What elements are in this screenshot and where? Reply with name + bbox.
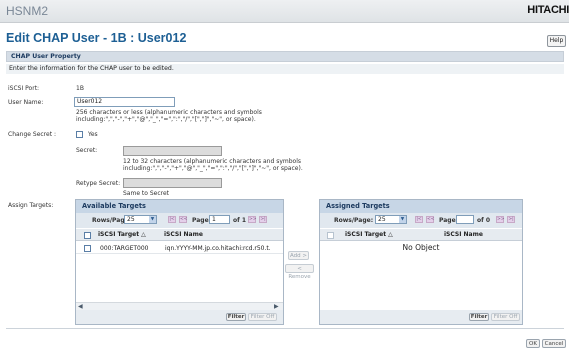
cancel-button[interactable]: Cancel	[542, 339, 566, 348]
assigned-filter-button[interactable]: Filter	[469, 313, 489, 321]
assigned-select-all-checkbox[interactable]	[327, 232, 334, 239]
available-targets-title: Available Targets	[76, 200, 283, 213]
user-name-hint-2: including:",","-","+","@","_","=",":","/…	[76, 116, 256, 123]
retype-secret-input[interactable]	[123, 178, 222, 188]
chevron-down-icon: ▼	[149, 216, 156, 223]
change-secret-checkbox[interactable]	[76, 131, 83, 138]
assigned-rows-label: Rows/Page:	[334, 217, 374, 224]
assigned-col-name[interactable]: iSCSI Name	[444, 231, 483, 238]
available-col-name[interactable]: iSCSI Name	[164, 231, 203, 238]
remove-button[interactable]: < Remove	[285, 264, 314, 280]
available-page-input[interactable]: 1	[209, 215, 230, 224]
scroll-right-icon[interactable]: ▶	[274, 303, 279, 310]
secret-hint-1: 12 to 32 characters (alphanumeric charac…	[123, 158, 301, 165]
assigned-targets-title: Assigned Targets	[320, 200, 522, 213]
available-rows-value: 25	[127, 216, 135, 223]
horizontal-scrollbar[interactable]	[76, 302, 283, 310]
scroll-left-icon[interactable]: ◀	[78, 303, 83, 310]
top-bar	[0, 0, 569, 23]
secret-label: Secret:	[76, 147, 98, 154]
chevron-down-icon: ▼	[399, 216, 406, 223]
retype-secret-label: Retype Secret:	[76, 180, 121, 187]
next-page-icon[interactable]: >>	[248, 216, 257, 223]
row-target: 000:TARGET000	[100, 245, 149, 252]
iscsi-port-value: 1B	[76, 85, 84, 92]
assign-targets-label: Assign Targets:	[8, 202, 54, 209]
user-name-label: User Name:	[8, 99, 44, 106]
add-button[interactable]: Add >	[288, 251, 309, 260]
user-name-input[interactable]: User012	[74, 97, 175, 107]
ok-button[interactable]: OK	[526, 339, 540, 348]
app-name: HSNM2	[6, 4, 49, 18]
available-col-target[interactable]: iSCSI Target △	[98, 231, 146, 238]
secret-input[interactable]	[123, 146, 222, 156]
assigned-empty-message: No Object	[402, 243, 440, 252]
assigned-rows-value: 25	[378, 216, 386, 223]
first-page-icon[interactable]: |<	[168, 216, 176, 223]
page-title: Edit CHAP User - 1B : User012	[6, 31, 187, 45]
help-button[interactable]: Help	[547, 35, 566, 47]
prev-page-icon[interactable]: <<	[426, 216, 435, 223]
section-intro: Enter the information for the CHAP user …	[6, 64, 564, 74]
change-secret-label: Change Secret :	[8, 131, 56, 138]
assigned-col-target[interactable]: iSCSI Target △	[345, 231, 393, 238]
assigned-of-label: of 0	[477, 217, 490, 224]
secret-hint-2: including:",","-","+","@","_","=",":","/…	[123, 165, 303, 172]
available-filter-off-button[interactable]: Filter Off	[248, 313, 277, 321]
assigned-page-label: Page	[439, 217, 456, 224]
available-select-all-checkbox[interactable]	[84, 232, 91, 239]
section-header: CHAP User Property	[6, 51, 564, 62]
assigned-rows-select[interactable]: 25 ▼	[375, 215, 407, 224]
available-rows-select[interactable]: 25 ▼	[124, 215, 157, 224]
next-page-icon[interactable]: >>	[496, 216, 505, 223]
available-of-label: of 1	[233, 217, 246, 224]
available-page-label: Page	[192, 217, 209, 224]
row-iscsi-name: iqn.YYYY-MM.jp.co.hitachi:rcd.r50.t.	[165, 245, 271, 252]
change-secret-option: Yes	[88, 131, 98, 138]
assigned-page-input[interactable]	[456, 215, 474, 224]
assigned-filter-off-button[interactable]: Filter Off	[491, 313, 520, 321]
retype-secret-hint: Same to Secret	[123, 190, 170, 197]
available-filter-button[interactable]: Filter	[226, 313, 246, 321]
prev-page-icon[interactable]: <<	[179, 216, 188, 223]
last-page-icon[interactable]: >|	[507, 216, 515, 223]
row-checkbox[interactable]	[84, 245, 91, 252]
brand-logo: HITACHI	[527, 4, 569, 16]
iscsi-port-label: iSCSI Port:	[8, 85, 40, 92]
user-name-hint-1: 256 characters or less (alphanumeric cha…	[76, 109, 262, 116]
first-page-icon[interactable]: |<	[415, 216, 423, 223]
footer-divider	[6, 328, 564, 329]
last-page-icon[interactable]: >|	[259, 216, 267, 223]
